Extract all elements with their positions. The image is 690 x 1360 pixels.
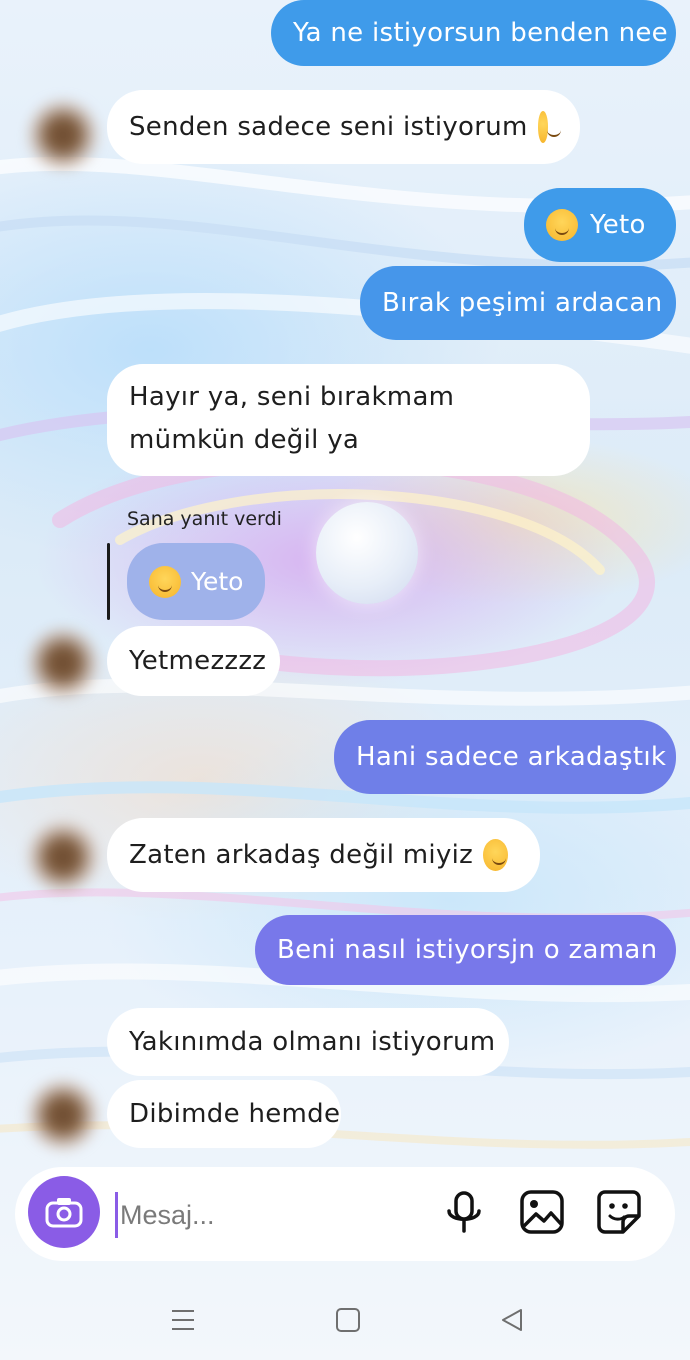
gallery-icon[interactable]: [518, 1188, 566, 1236]
sweat-smile-emoji: [537, 111, 562, 143]
background-planet: [316, 502, 418, 604]
sticker-icon[interactable]: [595, 1188, 643, 1236]
message-input[interactable]: [115, 1192, 422, 1238]
outgoing-message[interactable]: Bırak peşimi ardacan: [360, 266, 676, 340]
message-text: Hayır ya, seni bırakmam mümkün değil ya: [129, 382, 455, 455]
incoming-message[interactable]: Yetmezzzz: [107, 626, 280, 696]
message-text: Zaten arkadaş değil miyiz: [129, 839, 474, 870]
avatar[interactable]: [28, 628, 98, 698]
home-icon: [336, 1308, 360, 1332]
message-text: Yakınımda olmanı istiyorum: [129, 1026, 496, 1057]
reply-indicator: Sana yanıt verdi: [127, 508, 282, 530]
back-button[interactable]: [492, 1300, 532, 1340]
avatar[interactable]: [28, 100, 98, 170]
outgoing-message[interactable]: Beni nasıl istiyorsjn o zaman: [255, 915, 676, 985]
avatar[interactable]: [28, 1080, 98, 1150]
outgoing-message[interactable]: Ya ne istiyorsun benden nee: [271, 0, 676, 66]
message-text: Bırak peşimi ardacan: [382, 287, 663, 318]
microphone-icon[interactable]: [440, 1188, 488, 1236]
outgoing-message[interactable]: Hani sadece arkadaştık: [334, 720, 676, 794]
camera-icon: [45, 1198, 83, 1228]
smiling-tear-emoji: [546, 209, 578, 241]
back-icon: [502, 1309, 522, 1331]
message-text: Dibimde hemde: [129, 1098, 341, 1129]
message-text: Ya ne istiyorsun benden nee: [293, 17, 668, 48]
smiling-tear-emoji: [149, 565, 181, 598]
message-text: Hani sadece arkadaştık: [356, 741, 667, 772]
message-text: Yetmezzzz: [129, 645, 267, 676]
menu-button[interactable]: [163, 1300, 203, 1340]
incoming-message[interactable]: Dibimde hemde: [107, 1080, 341, 1148]
quoted-text: Yeto: [191, 567, 244, 596]
incoming-message[interactable]: Yakınımda olmanı istiyorum: [107, 1008, 509, 1076]
avatar[interactable]: [28, 822, 98, 892]
incoming-message[interactable]: Zaten arkadaş değil miyiz: [107, 818, 540, 892]
incoming-message[interactable]: Hayır ya, seni bırakmam mümkün değil ya: [107, 364, 590, 476]
message-text: Yeto: [590, 209, 646, 240]
quoted-message[interactable]: Yeto: [127, 543, 265, 620]
menu-icon: [172, 1310, 194, 1330]
home-button[interactable]: [328, 1300, 368, 1340]
rofl-emoji: [483, 839, 508, 871]
outgoing-message[interactable]: Yeto: [524, 188, 676, 262]
reply-bar: [107, 543, 110, 620]
message-text: Senden sadece seni istiyorum: [129, 111, 528, 142]
camera-button[interactable]: [28, 1176, 100, 1248]
incoming-message[interactable]: Senden sadece seni istiyorum: [107, 90, 580, 164]
message-text: Beni nasıl istiyorsjn o zaman: [277, 934, 658, 965]
